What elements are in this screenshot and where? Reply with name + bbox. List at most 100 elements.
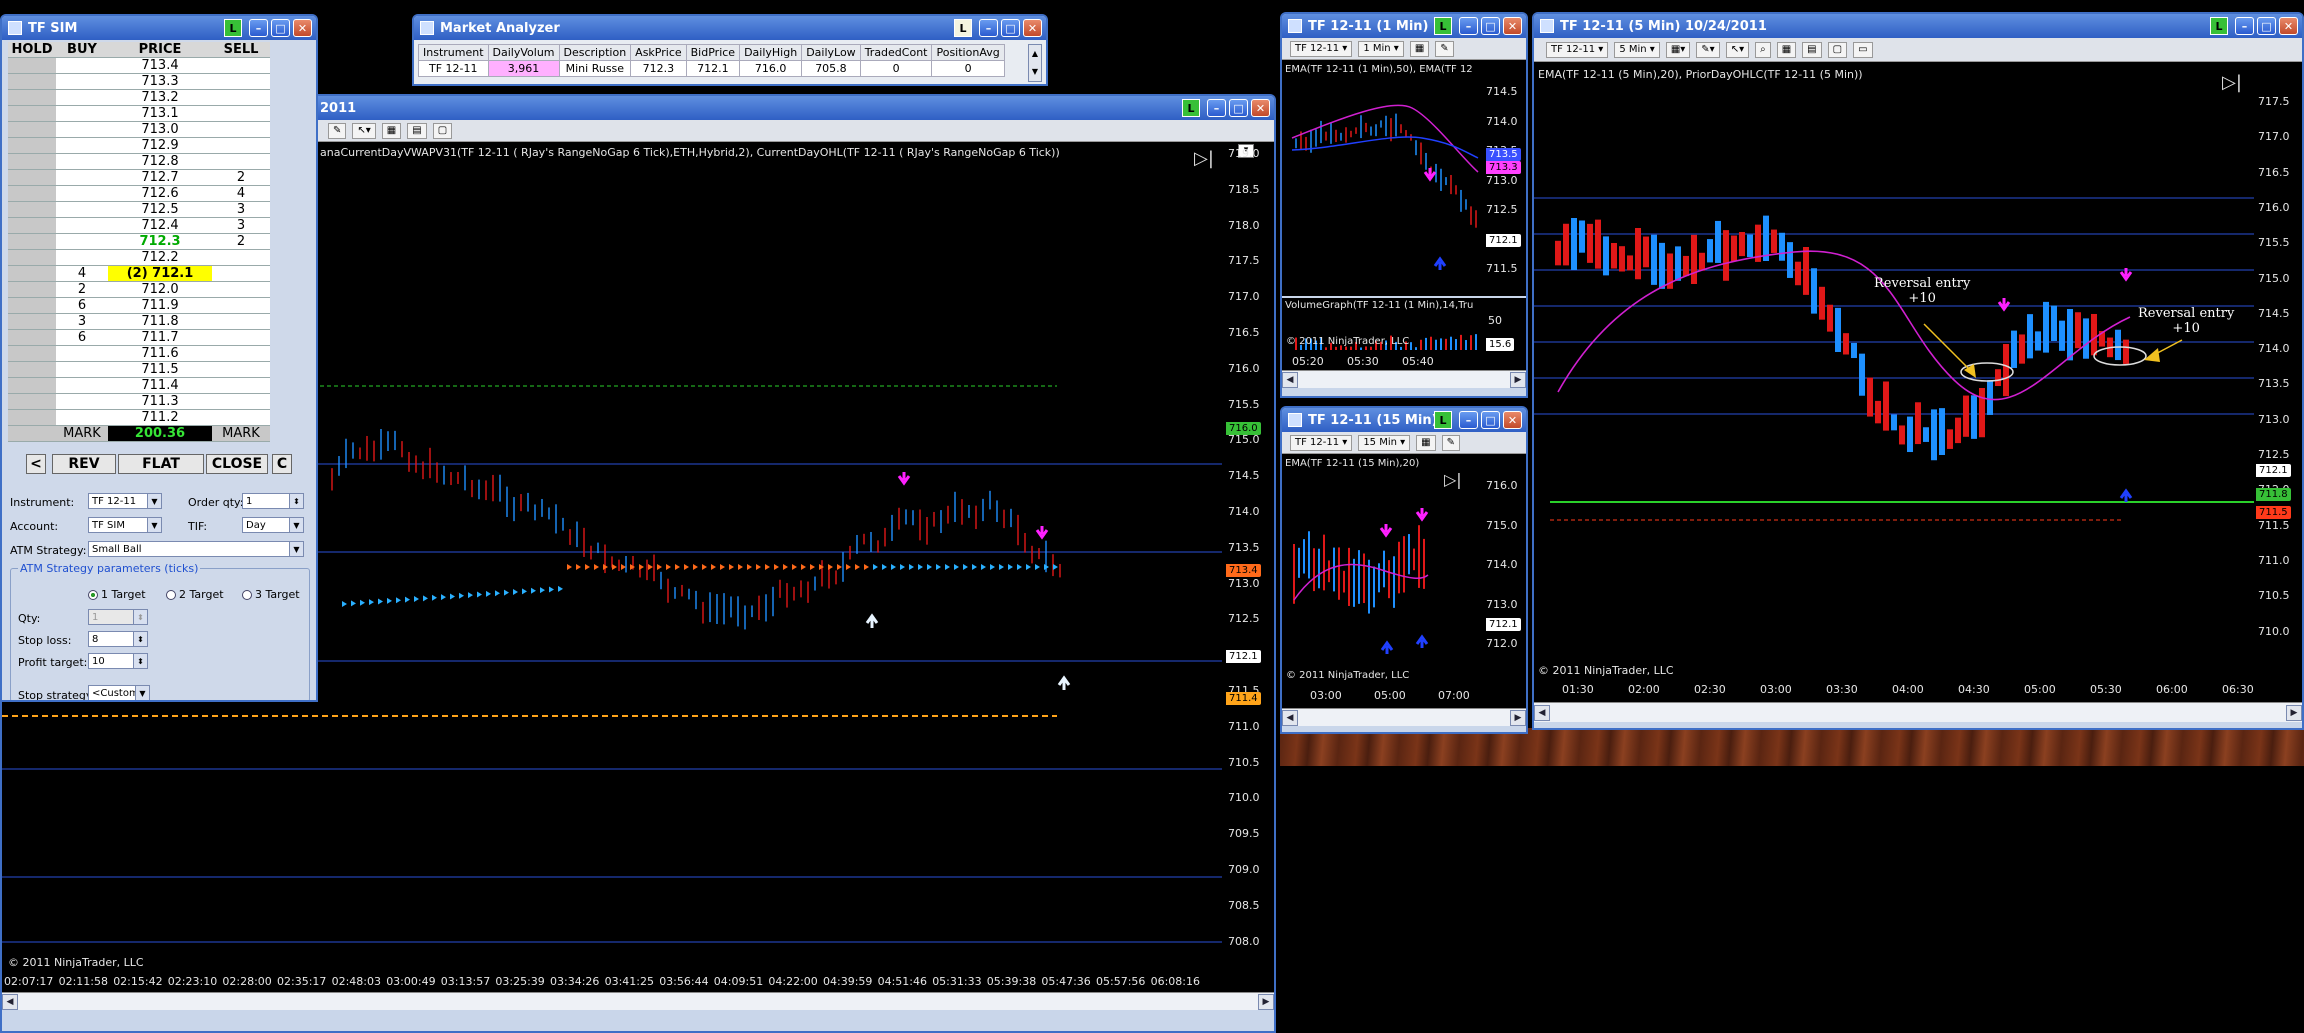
chart-1min-hscroll[interactable]: ◀ ▶ — [1282, 370, 1526, 388]
chart-5min-hscroll[interactable]: ◀ ▶ — [1534, 702, 2302, 722]
maximize-icon[interactable]: □ — [1229, 99, 1248, 117]
link-badge[interactable]: L — [1434, 17, 1452, 35]
properties-icon[interactable]: ▤ — [407, 122, 427, 139]
dom-buy-cell[interactable] — [56, 394, 108, 409]
dom-sell-cell[interactable] — [212, 90, 270, 105]
target1-radio[interactable]: 1 Target — [88, 588, 146, 601]
dom-sell-cell[interactable]: 3 — [212, 218, 270, 233]
orderqty-stepper[interactable]: 1 ⬍ — [242, 493, 304, 509]
mark-right-button[interactable]: MARK — [212, 426, 270, 441]
dom-buy-cell[interactable] — [56, 234, 108, 249]
chart-5min-titlebar[interactable]: TF 12-11 (5 Min) 10/24/2011 L – □ ✕ — [1534, 14, 2302, 38]
minimize-icon[interactable]: – — [1459, 17, 1478, 35]
dom-buy-cell[interactable] — [56, 90, 108, 105]
ma-column-header[interactable]: PositionAvg — [931, 44, 1005, 61]
stoploss-stepper[interactable]: 8 ⬍ — [88, 631, 148, 647]
dom-sell-cell[interactable] — [212, 282, 270, 297]
flatten-button[interactable]: FLAT — [118, 454, 204, 474]
dom-buy-cell[interactable] — [56, 74, 108, 89]
print-icon[interactable]: ▭ — [1853, 41, 1873, 58]
ma-column-header[interactable]: Instrument — [418, 44, 489, 61]
pencil-icon[interactable]: ✎ — [1435, 40, 1454, 57]
stepper-icon[interactable]: ⬍ — [133, 610, 147, 624]
link-badge[interactable]: L — [954, 19, 972, 37]
reverse-button[interactable]: REV — [52, 454, 116, 474]
link-badge[interactable]: L — [224, 19, 242, 37]
ma-column-header[interactable]: Description — [558, 44, 632, 61]
superdom-titlebar[interactable]: TF SIM L – □ ✕ — [2, 16, 316, 40]
dom-sell-cell[interactable] — [212, 266, 270, 281]
dom-sell-cell[interactable] — [212, 378, 270, 393]
pencil-icon[interactable]: ✎ — [328, 122, 347, 139]
dom-sell-cell[interactable] — [212, 330, 270, 345]
dom-sell-cell[interactable] — [212, 106, 270, 121]
account-select[interactable]: TF SIM ▼ — [88, 517, 162, 533]
dom-buy-cell[interactable]: 6 — [56, 298, 108, 313]
chart-1min-panel[interactable]: EMA(TF 12-11 (1 Min),50), EMA(TF 12 714.… — [1282, 60, 1526, 370]
dom-buy-cell[interactable]: 6 — [56, 330, 108, 345]
dom-buy-cell[interactable] — [56, 410, 108, 425]
dom-sell-cell[interactable] — [212, 298, 270, 313]
stepper-icon[interactable]: ⬍ — [133, 632, 147, 646]
market-analyzer-titlebar[interactable]: Market Analyzer L – □ ✕ — [414, 16, 1046, 40]
dom-buy-cell[interactable]: 4 — [56, 266, 108, 281]
dom-sell-cell[interactable] — [212, 394, 270, 409]
link-badge[interactable]: L — [2210, 17, 2228, 35]
chart-15min-titlebar[interactable]: TF 12-11 (15 Min) L – □ ✕ — [1282, 408, 1526, 432]
maximize-icon[interactable]: □ — [1481, 17, 1500, 35]
atm-select[interactable]: Small Ball ▼ — [88, 541, 304, 557]
dom-buy-cell[interactable] — [56, 250, 108, 265]
close-position-button[interactable]: CLOSE — [206, 454, 268, 474]
dom-sell-cell[interactable]: 4 — [212, 186, 270, 201]
scroll-right-icon[interactable]: ▶ — [2286, 704, 2302, 721]
target2-radio[interactable]: 2 Target — [166, 588, 224, 601]
chart-15min-panel[interactable]: EMA(TF 12-11 (15 Min),20) ▷| 716.0 715.0 7… — [1282, 454, 1526, 708]
dom-sell-cell[interactable] — [212, 250, 270, 265]
tif-select[interactable]: Day ▼ — [242, 517, 304, 533]
maximize-icon[interactable]: □ — [1481, 411, 1500, 429]
minimize-icon[interactable]: – — [249, 19, 268, 37]
pencil-icon[interactable]: ✎▾ — [1696, 41, 1720, 58]
close-icon[interactable]: ✕ — [1503, 411, 1522, 429]
ma-column-header[interactable]: DailyHigh — [739, 44, 803, 61]
dom-sell-cell[interactable] — [212, 138, 270, 153]
properties-icon[interactable]: ▤ — [1802, 41, 1822, 58]
cursor-icon[interactable]: ↖▾ — [1725, 41, 1750, 58]
mark-left-button[interactable]: MARK — [56, 426, 108, 441]
minimize-icon[interactable]: – — [979, 19, 998, 37]
maximize-icon[interactable]: □ — [271, 19, 290, 37]
ma-scrollbar[interactable]: ▲ ▼ — [1028, 44, 1042, 82]
profit-stepper[interactable]: 10 ⬍ — [88, 653, 148, 669]
dom-buy-cell[interactable] — [56, 362, 108, 377]
main-hscroll[interactable]: ◀ ▶ — [2, 992, 1274, 1010]
dom-buy-cell[interactable] — [56, 138, 108, 153]
data-box-icon[interactable]: ▢ — [432, 122, 453, 139]
ma-column-header[interactable]: TradedCont — [859, 44, 933, 61]
link-badge[interactable]: L — [1182, 99, 1200, 117]
close-icon[interactable]: ✕ — [293, 19, 312, 37]
dom-sell-cell[interactable] — [212, 74, 270, 89]
scroll-left-icon[interactable]: ◀ — [1534, 704, 1550, 721]
dom-buy-cell[interactable] — [56, 170, 108, 185]
minimize-icon[interactable]: – — [1207, 99, 1226, 117]
zoom-icon[interactable]: ⌕ — [1755, 41, 1771, 58]
chart-style-icon[interactable]: ▦ — [1409, 40, 1430, 57]
qty-stepper[interactable]: 1 ⬍ — [88, 609, 148, 625]
chart-style-icon[interactable]: ▦▾ — [1665, 41, 1691, 58]
ma-column-header[interactable]: DailyLow — [801, 44, 861, 61]
collapse-right-button[interactable]: C — [272, 454, 292, 474]
ma-column-header[interactable]: BidPrice — [685, 44, 741, 61]
stepper-icon[interactable]: ⬍ — [289, 494, 303, 508]
cursor-icon[interactable]: ↖▾ — [352, 122, 376, 139]
ma-column-header[interactable]: AskPrice — [630, 44, 687, 61]
dom-buy-cell[interactable] — [56, 218, 108, 233]
dom-buy-cell[interactable]: 2 — [56, 282, 108, 297]
chart-style-icon[interactable]: ▦ — [1416, 434, 1436, 451]
maximize-icon[interactable]: □ — [2257, 17, 2276, 35]
instrument-select[interactable]: TF 12-11 ▾ — [1546, 41, 1609, 58]
bar-type-icon[interactable]: ▦ — [381, 122, 402, 139]
scroll-left-icon[interactable]: ◀ — [1282, 709, 1298, 726]
dom-buy-cell[interactable] — [56, 186, 108, 201]
dom-buy-cell[interactable] — [56, 378, 108, 393]
instrument-select[interactable]: TF 12-11 ▾ — [1290, 434, 1353, 451]
